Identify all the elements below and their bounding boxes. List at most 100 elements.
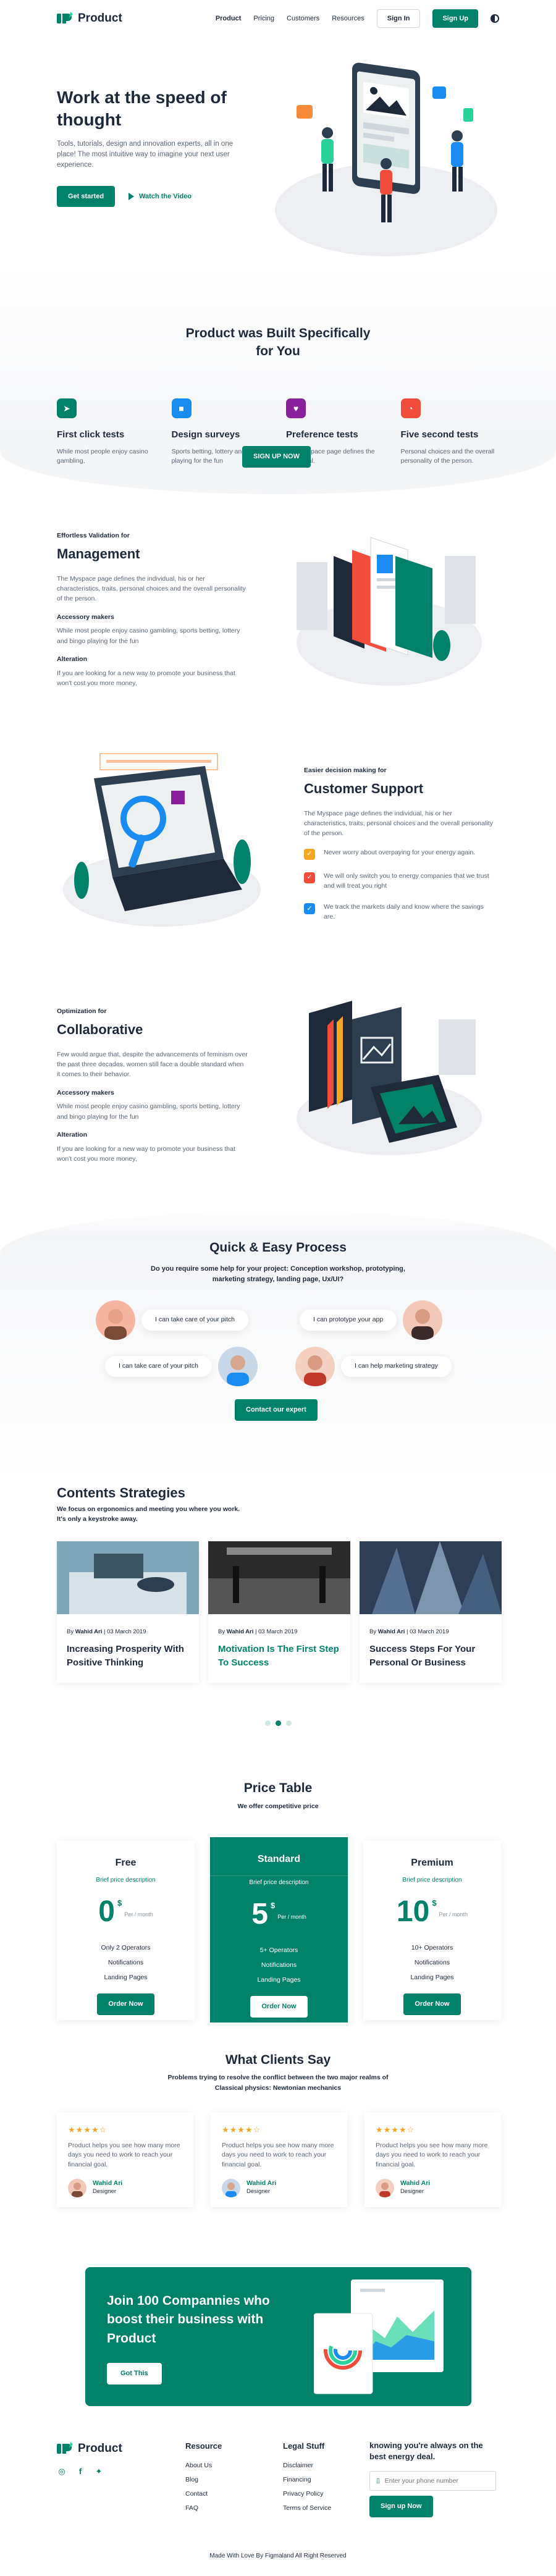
footer-link-disclaimer[interactable]: Disclaimer	[283, 2459, 331, 2473]
order-now-button[interactable]: Order Now	[250, 1996, 308, 2018]
avatar	[403, 1300, 443, 1340]
footer-link-privacy[interactable]: Privacy Policy	[283, 2487, 331, 2501]
hero-description: Tools, tutorials, design and innovation …	[57, 140, 234, 169]
collaborative-section: Optimization for Collaborative Few would…	[0, 970, 556, 1211]
plan-features: Only 2 Operators Notifications Landing P…	[101, 1944, 151, 1982]
footer-link-contact[interactable]: Contact	[185, 2487, 222, 2501]
footer-resource: Resource About Us Blog Contact FAQ	[185, 2440, 222, 2515]
phone-input[interactable]	[384, 2477, 484, 2485]
hero-illustration	[275, 62, 497, 256]
top-nav: Product Product Pricing Customers Resour…	[0, 0, 556, 37]
support-illustration	[63, 753, 261, 927]
facebook-icon[interactable]: f	[75, 2467, 85, 2477]
testimonial-card: ★★★★☆ Product helps you see how many mor…	[211, 2113, 347, 2207]
feature-title: Five second tests	[400, 429, 479, 440]
carousel-dot[interactable]	[285, 1720, 292, 1726]
theme-toggle-icon[interactable]	[491, 14, 499, 23]
hero-text: Work at the speed of thought Tools, tuto…	[57, 86, 248, 208]
pricing-plans: Free Brief price description 0 $ Per / m…	[57, 1837, 502, 2022]
get-started-button[interactable]: Get started	[57, 185, 116, 208]
contact-expert-button[interactable]: Contact our expert	[235, 1399, 318, 1421]
support-item-text: We will only switch you to energy compan…	[324, 872, 489, 890]
blog-card[interactable]: By Wahid Ari | 03 March 2019 Motivation …	[208, 1541, 350, 1683]
blog-image	[208, 1541, 350, 1614]
order-now-button[interactable]: Order Now	[403, 1993, 461, 2015]
collab-paragraph-2: If you are looking for a new way to prom…	[57, 1145, 235, 1163]
testimonial-card: ★★★★☆ Product helps you see how many mor…	[364, 2113, 501, 2207]
order-now-button[interactable]: Order Now	[97, 1993, 154, 2015]
footer-logo[interactable]: Product	[57, 2440, 122, 2458]
nav-link-resources[interactable]: Resources	[332, 14, 364, 24]
features-section: Product was Built Specifically for You ➤…	[0, 266, 556, 494]
brand-logo[interactable]: Product	[57, 10, 122, 28]
pricing-section: Price Table We offer competitive price F…	[0, 1779, 556, 2051]
collab-illustration	[297, 1001, 482, 1155]
testimonial-text: Product helps you see how many more days…	[222, 2141, 334, 2169]
avatar	[222, 2178, 240, 2197]
support-title: Customer Support	[304, 780, 424, 796]
hero-section: Work at the speed of thought Tools, tuto…	[0, 37, 556, 266]
footer-link-blog[interactable]: Blog	[185, 2473, 222, 2487]
footer-newsletter: knowing you're always on the best energy…	[369, 2440, 499, 2517]
carousel-dot[interactable]	[264, 1720, 271, 1726]
copyright: Made With Love By Figmaland All Right Re…	[209, 2553, 347, 2559]
blog-card[interactable]: By Wahid Ari | 03 March 2019 Success Ste…	[360, 1541, 502, 1683]
support-item: ✓ We will only switch you to energy comp…	[304, 871, 495, 891]
management-subheading-2: Alteration	[57, 655, 88, 663]
footer-resource-title: Resource	[185, 2441, 222, 2451]
plan-name: Free	[115, 1858, 137, 1868]
instagram-icon[interactable]: ◎	[57, 2467, 67, 2477]
process-bubble: I can help marketing strategy	[295, 1347, 452, 1386]
cta-illustration	[314, 2279, 444, 2394]
collab-subheading-1: Accessory makers	[57, 1088, 114, 1096]
footer-brand: Product ◎ f ✦	[57, 2440, 122, 2477]
footer-signup-button[interactable]: Sign up Now	[369, 2496, 433, 2517]
footer-link-terms[interactable]: Terms of Service	[283, 2501, 331, 2515]
management-description: The Myspace page defines the individual,…	[57, 575, 246, 603]
management-paragraph-1: While most people enjoy casino gambling,…	[57, 627, 240, 645]
star-rating-icon: ★★★★☆	[68, 2125, 107, 2134]
plan-features: 5+ Operators Notifications Landing Pages	[257, 1947, 301, 1984]
pricing-subtitle: We offer competitive price	[237, 1803, 319, 1811]
carousel-dot-active[interactable]	[275, 1720, 281, 1726]
cta-footer-area: Join 100 Compannies who boost their busi…	[0, 2255, 556, 2576]
feature-title: Preference tests	[286, 429, 358, 440]
feature-card: ➤ First click tests While most people en…	[57, 398, 158, 466]
footer-link-faq[interactable]: FAQ	[185, 2501, 222, 2515]
brand-name: Product	[78, 11, 122, 25]
testimonial-cards: ★★★★☆ Product helps you see how many mor…	[57, 2113, 502, 2207]
feature-title: Design surveys	[171, 429, 240, 440]
nav-link-customers[interactable]: Customers	[287, 14, 319, 24]
watch-video-link[interactable]: Watch the Video	[128, 192, 192, 202]
plan-price: 0 $ Per / month	[98, 1895, 153, 1928]
check-icon: ✓	[304, 848, 315, 860]
support-item-text: Never worry about overpaying for your en…	[324, 848, 476, 856]
footer-link-about[interactable]: About Us	[185, 2459, 222, 2473]
footer-legal: Legal Stuff Disclaimer Financing Privacy…	[283, 2440, 331, 2515]
got-this-button[interactable]: Got This	[107, 2363, 162, 2384]
sign-up-button[interactable]: Sign Up	[432, 9, 478, 28]
testimonial-text: Product helps you see how many more days…	[68, 2141, 180, 2169]
collab-paragraph-1: While most people enjoy casino gambling,…	[57, 1103, 240, 1121]
management-illustration	[297, 537, 482, 686]
nav-link-product[interactable]: Product	[216, 14, 242, 24]
cube-icon: ■	[171, 398, 192, 418]
management-eyebrow: Effortless Validation for	[57, 532, 130, 539]
phone-icon: ▯	[376, 2477, 380, 2485]
testimonials-title: What Clients Say	[225, 2053, 331, 2067]
twitter-icon[interactable]: ✦	[94, 2467, 104, 2477]
logo-icon	[57, 12, 73, 23]
footer-brand-name: Product	[78, 2442, 122, 2455]
nav-link-pricing[interactable]: Pricing	[253, 14, 274, 24]
footer-link-financing[interactable]: Financing	[283, 2473, 331, 2487]
process-section: Quick & Easy Process Do you require some…	[0, 1211, 556, 1483]
plan-description: Brief price description	[402, 1877, 462, 1884]
sign-up-now-button[interactable]: SIGN UP NOW	[242, 446, 311, 468]
plan-name: Standard	[257, 1854, 301, 1864]
management-paragraph-2: If you are looking for a new way to prom…	[57, 669, 235, 687]
blog-card[interactable]: By Wahid Ari | 03 March 2019 Increasing …	[57, 1541, 199, 1683]
phone-field[interactable]: ▯	[369, 2471, 496, 2491]
sign-in-button[interactable]: Sign In	[376, 9, 421, 28]
testimonial-author: Wahid Ari Designer	[222, 2178, 336, 2197]
collab-subheading-2: Alteration	[57, 1130, 88, 1139]
